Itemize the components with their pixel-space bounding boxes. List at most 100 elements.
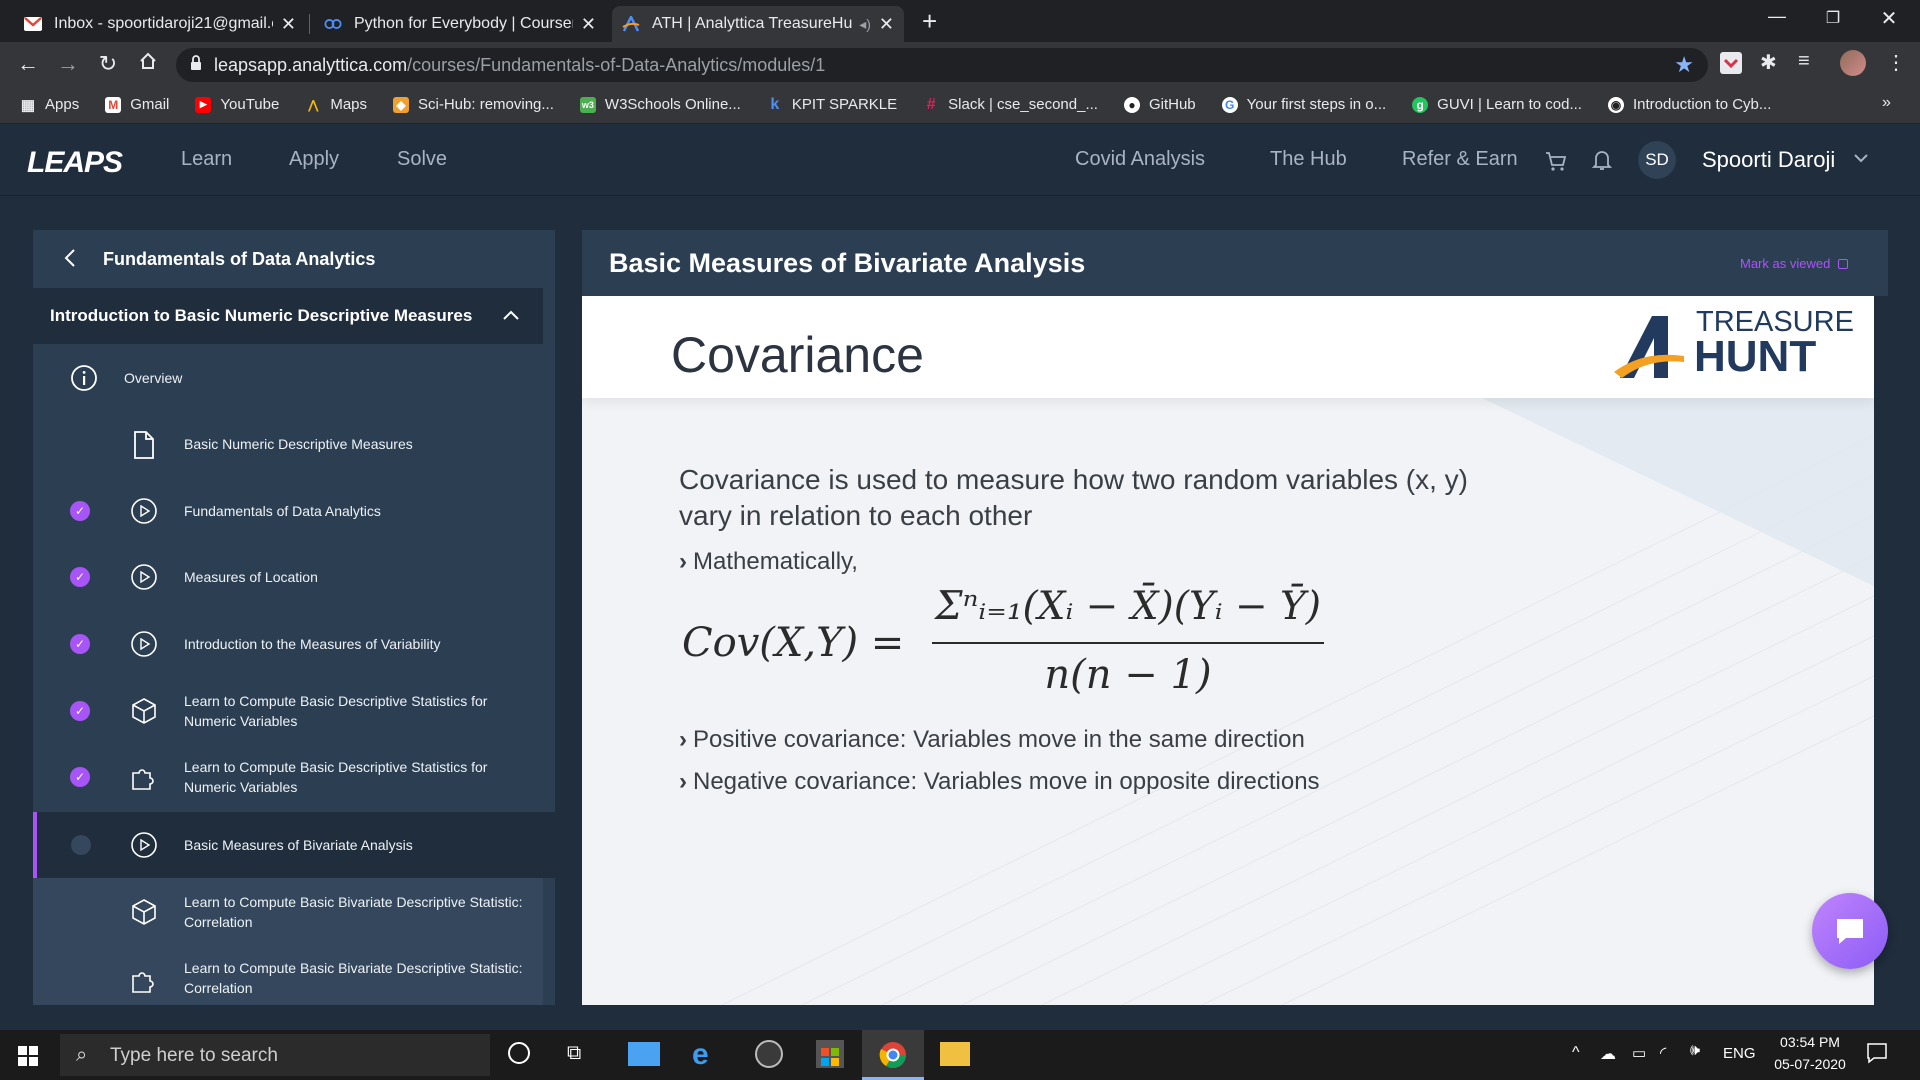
restore-icon[interactable]: ❐ [1810,8,1856,28]
onedrive-icon[interactable]: ☁ [1600,1044,1616,1064]
intro-line-1: Covariance is used to measure how two ra… [679,464,1469,495]
wifi-icon[interactable]: ◜ [1660,1043,1666,1063]
document-icon [130,430,158,459]
chevron-right-icon: › [679,726,687,753]
bookmark-github[interactable]: ● GitHub [1123,96,1196,113]
chrome-menu-icon[interactable]: ⋮ [1886,50,1906,75]
notifications-icon[interactable] [1866,1042,1888,1069]
address-bar[interactable]: leapsapp.analyttica.com/courses/Fundamen… [176,48,1708,82]
list-item[interactable]: ✓ Introduction to the Measures of Variab… [33,610,543,676]
list-item[interactable]: Learn to Compute Basic Bivariate Descrip… [33,944,543,1005]
list-item-active[interactable]: Basic Measures of Bivariate Analysis [33,812,555,878]
section-header[interactable]: Introduction to Basic Numeric Descriptiv… [33,288,543,344]
bookmark-star-icon[interactable]: ★ [1674,52,1694,78]
window-close-icon[interactable]: ✕ [1866,6,1912,31]
bullet-positive: › Positive covariance: Variables move in … [679,726,1305,754]
user-name[interactable]: Spoorti Daroji [1702,147,1835,173]
tab-treasurehunt[interactable]: ATH | Analyttica TreasureHunt ◂) ✕ [612,6,904,42]
list-item[interactable]: ✓ Measures of Location [33,544,543,610]
chevron-left-icon[interactable] [63,248,77,273]
list-item[interactable]: Learn to Compute Basic Bivariate Descrip… [33,878,543,944]
mail-app-icon[interactable] [628,1042,660,1066]
bookmark-first-steps[interactable]: G Your first steps in o... [1221,96,1386,113]
bookmark-guvi[interactable]: g GUVI | Learn to cod... [1412,96,1582,113]
bullet-negative: › Negative covariance: Variables move in … [679,768,1320,796]
extensions-puzzle-icon[interactable]: ✱ [1760,50,1777,75]
leaps-logo[interactable]: LEAPS [27,146,123,180]
profile-avatar[interactable] [1840,50,1866,76]
nav-apply[interactable]: Apply [289,148,339,171]
list-item[interactable]: Basic Numeric Descriptive Measures [33,410,543,478]
whatsapp-icon[interactable] [755,1040,783,1068]
course-title[interactable]: Fundamentals of Data Analytics [103,249,375,270]
chat-button[interactable] [1812,893,1888,969]
mark-as-viewed-button[interactable]: Mark as viewed [1740,256,1848,271]
chevron-down-icon[interactable] [1853,150,1869,171]
bookmark-intro-cyber[interactable]: ◉ Introduction to Cyb... [1607,96,1771,113]
page-title: Basic Measures of Bivariate Analysis [609,248,1086,278]
lock-icon[interactable] [190,54,202,76]
bookmark-scihub[interactable]: ◆ Sci-Hub: removing... [393,96,554,113]
play-icon [130,497,158,525]
bookmark-label: GUVI | Learn to cod... [1437,96,1582,113]
audio-mute-icon[interactable]: ◂) [859,16,871,33]
list-item[interactable]: ✓ Learn to Compute Basic Descriptive Sta… [33,742,543,808]
list-item[interactable]: ✓ Learn to Compute Basic Descriptive Sta… [33,676,543,742]
cart-icon[interactable] [1545,150,1567,177]
chevron-up-icon[interactable] [502,307,520,327]
nav-solve[interactable]: Solve [397,148,447,171]
clock-time[interactable]: 03:54 PM [1770,1034,1850,1050]
tab-gmail[interactable]: Inbox - spoortidaroji21@gmail.com ✕ [14,6,306,42]
language-indicator[interactable]: ENG [1723,1045,1756,1062]
cortana-icon[interactable] [508,1042,530,1064]
list-item-label: Overview [124,370,183,386]
edge-icon[interactable]: e [692,1038,709,1072]
bookmark-slack[interactable]: # Slack | cse_second_... [923,96,1098,114]
back-icon[interactable]: ← [14,50,42,78]
windows-start-icon[interactable] [18,1046,38,1071]
course-sidebar: Fundamentals of Data Analytics Introduct… [33,230,555,1005]
checkbox-icon[interactable] [1837,259,1848,269]
bookmark-w3schools[interactable]: w3 W3Schools Online... [579,96,741,113]
list-item[interactable]: ✓ Fundamentals of Data Analytics [33,478,543,544]
volume-icon[interactable]: 🕪 [1690,1042,1700,1060]
chrome-taskbar-button[interactable] [862,1030,924,1080]
bookmark-label: Maps [330,96,368,113]
battery-icon[interactable]: ▭ [1632,1044,1646,1062]
minimize-icon[interactable]: — [1754,6,1800,27]
new-tab-button[interactable]: + [922,6,937,37]
taskbar-search[interactable]: ⌕ Type here to search [60,1034,490,1076]
nav-covid-analysis[interactable]: Covid Analysis [1075,148,1205,171]
bell-icon[interactable] [1591,149,1613,176]
bookmark-kpit[interactable]: k KPIT SPARKLE [767,96,897,114]
browser-tab-strip: Inbox - spoortidaroji21@gmail.com ✕ Pyth… [0,0,1920,42]
close-tab-icon[interactable]: ✕ [581,14,596,35]
store-icon[interactable] [816,1040,844,1068]
close-tab-icon[interactable]: ✕ [281,14,296,35]
home-icon[interactable] [134,50,162,78]
tab-title: Inbox - spoortidaroji21@gmail.com [54,15,273,32]
intro-line-2: vary in relation to each other [679,500,1033,531]
task-view-icon[interactable]: ⧉ [567,1042,581,1065]
bookmark-youtube[interactable]: ▶ YouTube [195,96,279,113]
forward-icon[interactable]: → [54,50,82,78]
nav-learn[interactable]: Learn [181,148,232,171]
nav-refer-earn[interactable]: Refer & Earn [1402,148,1518,171]
bookmark-maps[interactable]: ⋀ Maps [305,96,367,113]
pocket-extension-icon[interactable] [1720,52,1742,74]
bookmark-gmail[interactable]: M Gmail [105,96,169,113]
reload-icon[interactable]: ↻ [94,50,122,78]
tab-coursera[interactable]: Python for Everybody | Coursera ✕ [314,6,606,42]
media-queue-icon[interactable]: ≡ [1798,50,1810,73]
bookmark-apps[interactable]: ▦ Apps [20,96,79,114]
bookmarks-overflow[interactable]: » [1882,94,1891,112]
play-icon [130,630,158,658]
list-item-overview[interactable]: Overview [33,344,543,410]
avatar[interactable]: SD [1638,141,1676,179]
chevron-up-icon[interactable]: ^ [1572,1044,1580,1062]
file-explorer-icon[interactable] [940,1042,970,1066]
nav-the-hub[interactable]: The Hub [1270,148,1347,171]
maps-icon: ⋀ [308,97,319,112]
clock-date[interactable]: 05-07-2020 [1770,1056,1850,1072]
close-tab-icon[interactable]: ✕ [879,14,894,35]
